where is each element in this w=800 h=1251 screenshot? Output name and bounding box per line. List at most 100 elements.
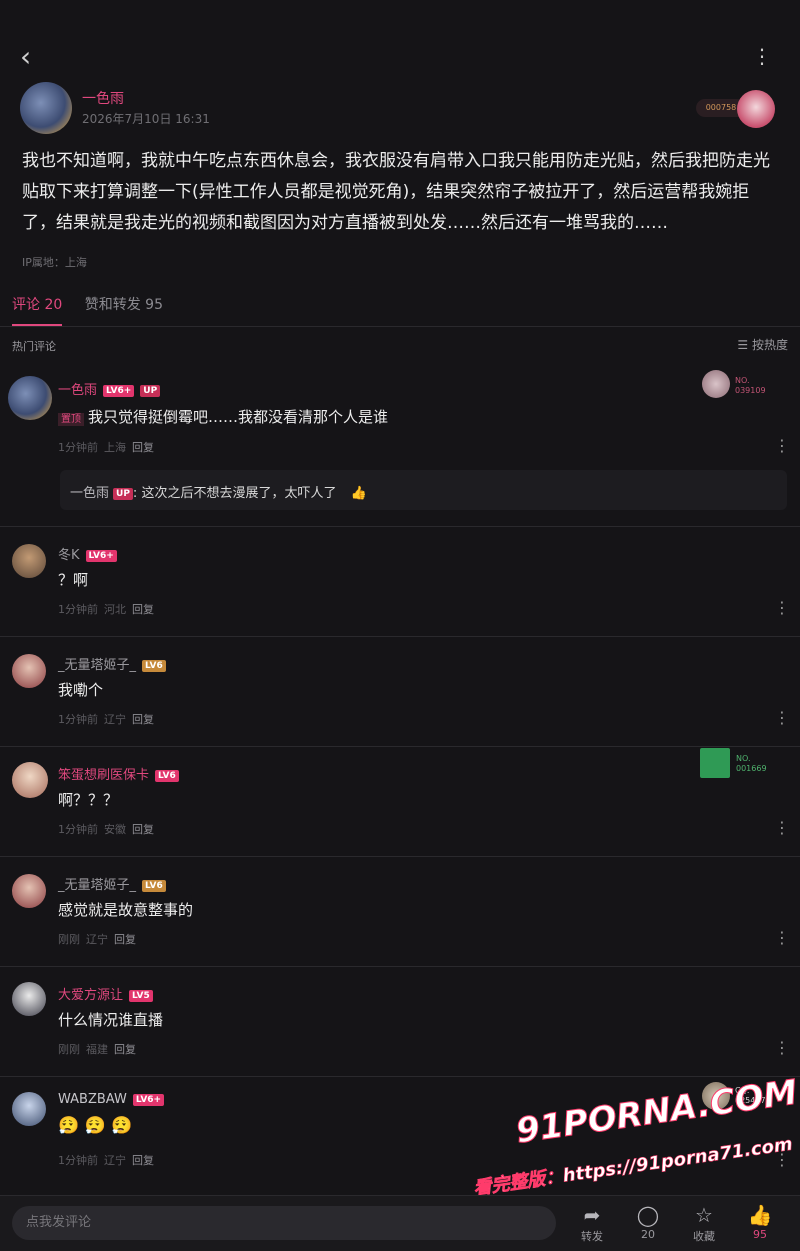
comment-input[interactable]: 点我发评论: [12, 1206, 556, 1240]
comment-location: 辽宁: [86, 933, 108, 946]
commenter-name[interactable]: 笨蛋想刷医保卡 LV6: [58, 764, 179, 783]
comment-text: 我嘞个: [58, 681, 104, 699]
reply-button[interactable]: 回复: [132, 713, 154, 726]
comment-location: 上海: [104, 441, 126, 454]
reply-button[interactable]: 回复: [132, 441, 154, 454]
comment-location: 河北: [104, 603, 126, 616]
exit-sign-icon: [700, 748, 730, 778]
comment-meta: 1分钟前 辽宁 回复: [58, 711, 160, 727]
more-icon[interactable]: ⋮: [774, 928, 790, 947]
bottom-bar: 点我发评论 ➦ 转发 ◯ 20 ☆ 收藏 👍 95: [0, 1195, 800, 1251]
comment-meta: 刚刚 福建 回复: [58, 1041, 142, 1057]
tab-likes-reposts[interactable]: 赞和转发 95: [85, 294, 163, 324]
more-icon[interactable]: ⋮: [774, 818, 790, 837]
comment-text: 什么情况谁直播: [58, 1011, 164, 1029]
comment-time: 1分钟前: [58, 1154, 98, 1167]
commenter-name-text: 大爱方源让: [58, 988, 124, 1003]
comment-item: 大爱方源让 LV5 什么情况谁直播 刚刚 福建 回复 ⋮: [0, 980, 800, 1070]
favorite-button[interactable]: ☆ 收藏: [682, 1202, 726, 1244]
comment-icon: ◯: [636, 1203, 660, 1227]
commenter-name-text: 笨蛋想刷医保卡: [58, 768, 150, 783]
comment-location: 安徽: [104, 823, 126, 836]
comment-meta: 1分钟前 河北 回复: [58, 601, 160, 617]
commenter-name[interactable]: 一色雨 LV6+ UP: [58, 379, 161, 398]
level-badge: LV6+: [103, 384, 135, 397]
commenter-name[interactable]: WABZBAW LV6+: [58, 1092, 165, 1107]
more-icon[interactable]: ⋮: [774, 1038, 790, 1057]
post-time: 2026年7月10日 16:31: [82, 112, 210, 126]
divider: [0, 856, 800, 857]
reply-button[interactable]: 回复: [114, 1043, 136, 1056]
commenter-name[interactable]: 冬K LV6+: [58, 544, 117, 563]
comment-text: 感觉就是故意整事的: [58, 901, 194, 919]
commenter-name[interactable]: _无量塔姬子_ LV6: [58, 654, 166, 673]
favorite-label: 收藏: [693, 1230, 715, 1243]
comment-text: 置顶 我只觉得挺倒霉吧……我都没看清那个人是谁: [58, 406, 388, 427]
comment-meta: 1分钟前 辽宁 回复: [58, 1152, 160, 1168]
divider: [0, 1076, 800, 1077]
comment-item: _无量塔姬子_ LV6 感觉就是故意整事的 刚刚 辽宁 回复 ⋮: [0, 870, 800, 960]
reply-button[interactable]: 回复: [114, 933, 136, 946]
commenter-avatar[interactable]: [12, 544, 46, 578]
comment-time: 1分钟前: [58, 603, 98, 616]
commenter-name-text: _无量塔姬子_: [58, 878, 137, 893]
sort-icon: ☰: [737, 338, 749, 352]
divider: [0, 326, 800, 327]
comment-time: 1分钟前: [58, 441, 98, 454]
post-content: 我也不知道啊，我就中午吃点东西休息会，我衣服没有肩带入口我只能用防走光贴，然后我…: [22, 151, 770, 233]
star-icon: ☆: [695, 1203, 713, 1227]
more-icon[interactable]: ⋮: [774, 708, 790, 727]
back-arrow-icon[interactable]: ‹: [20, 40, 31, 73]
fan-badge-avatar: [737, 90, 775, 128]
reply-button[interactable]: 回复: [132, 1154, 154, 1167]
sub-reply-text: 这次之后不想去漫展了，太吓人了: [141, 486, 337, 501]
commenter-avatar[interactable]: [8, 376, 52, 420]
fan-badge-avatar: [702, 370, 730, 398]
like-icon[interactable]: 👍: [351, 486, 367, 501]
more-icon[interactable]: ⋮: [774, 436, 790, 455]
comment-button[interactable]: ◯ 20: [626, 1202, 670, 1241]
commenter-avatar[interactable]: [12, 1092, 46, 1126]
sub-reply: 一色雨 UP: 这次之后不想去漫展了，太吓人了 👍: [70, 486, 367, 501]
pinned-badge: 置顶: [58, 413, 84, 426]
comment-time: 1分钟前: [58, 713, 98, 726]
author-name[interactable]: 一色雨: [82, 88, 124, 108]
tab-bar: 评论 20 赞和转发 95: [12, 294, 181, 326]
comment-item: 笨蛋想刷医保卡 LV6 啊？？？ 1分钟前 安徽 回复 NO. 001669 ⋮: [0, 748, 800, 850]
author-avatar[interactable]: [20, 82, 72, 134]
level-badge: LV5: [129, 989, 153, 1002]
comment-location: 福建: [86, 1043, 108, 1056]
level-badge: LV6+: [85, 549, 117, 562]
like-button[interactable]: 👍 95: [738, 1202, 782, 1241]
commenter-name[interactable]: _无量塔姬子_ LV6: [58, 874, 166, 893]
more-vertical-icon[interactable]: ⋮: [752, 44, 772, 68]
divider: [0, 966, 800, 967]
sub-reply-name[interactable]: 一色雨: [70, 486, 109, 501]
commenter-avatar[interactable]: [12, 874, 46, 908]
comment-meta: 1分钟前 上海 回复: [58, 439, 160, 455]
up-badge: UP: [140, 384, 161, 397]
level-badge: LV6+: [132, 1093, 165, 1106]
tab-comments[interactable]: 评论 20: [12, 294, 63, 326]
commenter-avatar[interactable]: [12, 762, 48, 798]
sort-label: 按热度: [751, 338, 788, 352]
comment-text: 啊？？？: [58, 791, 119, 809]
commenter-name[interactable]: 大爱方源让 LV5: [58, 984, 153, 1003]
ip-location: IP属地：上海: [22, 256, 87, 269]
comment-location: 辽宁: [104, 713, 126, 726]
share-button[interactable]: ➦ 转发: [570, 1202, 614, 1244]
more-icon[interactable]: ⋮: [774, 598, 790, 617]
reply-button[interactable]: 回复: [132, 823, 154, 836]
section-title: 热门评论: [12, 340, 56, 353]
reply-button[interactable]: 回复: [132, 603, 154, 616]
comment-meta: 刚刚 辽宁 回复: [58, 931, 142, 947]
sub-reply-box[interactable]: 一色雨 UP: 这次之后不想去漫展了，太吓人了 👍: [60, 470, 787, 510]
commenter-avatar[interactable]: [12, 654, 46, 688]
commenter-avatar[interactable]: [12, 982, 46, 1016]
fan-badge-number: NO. 001669: [736, 754, 767, 773]
comment-time: 刚刚: [58, 933, 80, 946]
comment-time: 刚刚: [58, 1043, 80, 1056]
sort-toggle[interactable]: ☰ 按热度: [737, 336, 788, 353]
fan-badge-number: NO. 039109: [735, 376, 766, 395]
like-count: 95: [753, 1228, 767, 1241]
